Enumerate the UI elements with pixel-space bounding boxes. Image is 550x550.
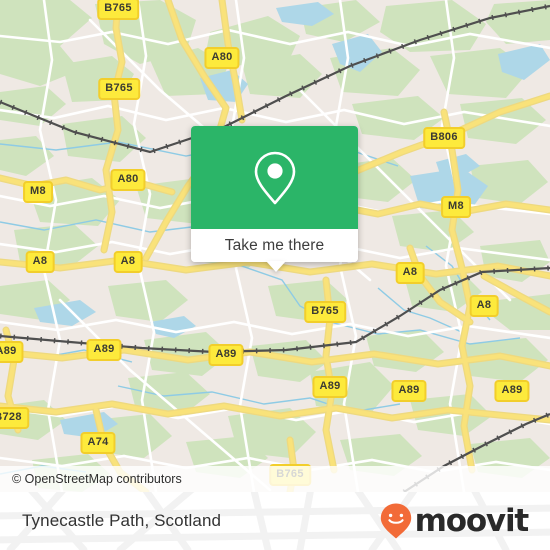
footer-content: Tynecastle Path, Scotland moovit — [0, 492, 550, 550]
footer-bar: Tynecastle Path, Scotland moovit — [0, 492, 550, 550]
road-shield: A8 — [113, 251, 143, 273]
moovit-pin-icon — [380, 503, 411, 539]
road-shield: A89 — [391, 380, 427, 402]
take-me-there-label: Take me there — [224, 236, 325, 254]
road-shield: A89 — [494, 380, 530, 402]
road-shield: A74 — [80, 432, 116, 454]
road-shield: B765 — [97, 0, 139, 20]
page-title: Tynecastle Path, Scotland — [22, 511, 222, 530]
moovit-map-screen: B765 A80 B765 B806 M8 A80 M8 A8 A8 A8 A8 B765 A89 A89… — [0, 0, 550, 550]
road-shield: B765 — [304, 301, 346, 323]
road-shield: A89 — [0, 341, 24, 363]
road-shield: B765 — [98, 78, 140, 100]
osm-attribution-text[interactable]: © OpenStreetMap contributors — [12, 472, 182, 486]
road-shield: M8 — [23, 181, 53, 203]
road-shield: A80 — [204, 47, 240, 69]
road-shield: M8 — [441, 196, 471, 218]
map-attribution-bar: © OpenStreetMap contributors — [0, 466, 550, 492]
map-canvas[interactable]: B765 A80 B765 B806 M8 A80 M8 A8 A8 A8 A8 B765 A89 A89… — [0, 0, 550, 492]
moovit-wordmark: moovit — [414, 502, 530, 539]
road-shield: A8 — [469, 295, 499, 317]
road-shield: B806 — [423, 127, 465, 149]
road-shield: A80 — [110, 169, 146, 191]
road-shield: A8 — [25, 251, 55, 273]
popup-action-panel[interactable]: Take me there — [191, 229, 358, 262]
road-shield: B728 — [0, 407, 29, 429]
road-shield: A89 — [86, 339, 122, 361]
road-shield: A8 — [395, 262, 425, 284]
map-pin-icon — [254, 151, 295, 204]
road-shield: A89 — [312, 376, 348, 398]
moovit-logo[interactable]: moovit — [379, 502, 530, 540]
road-shield: A89 — [208, 344, 244, 366]
popup-icon-panel — [191, 126, 358, 229]
take-me-there-popup[interactable]: Take me there — [191, 126, 358, 272]
popup-pointer — [266, 261, 286, 272]
